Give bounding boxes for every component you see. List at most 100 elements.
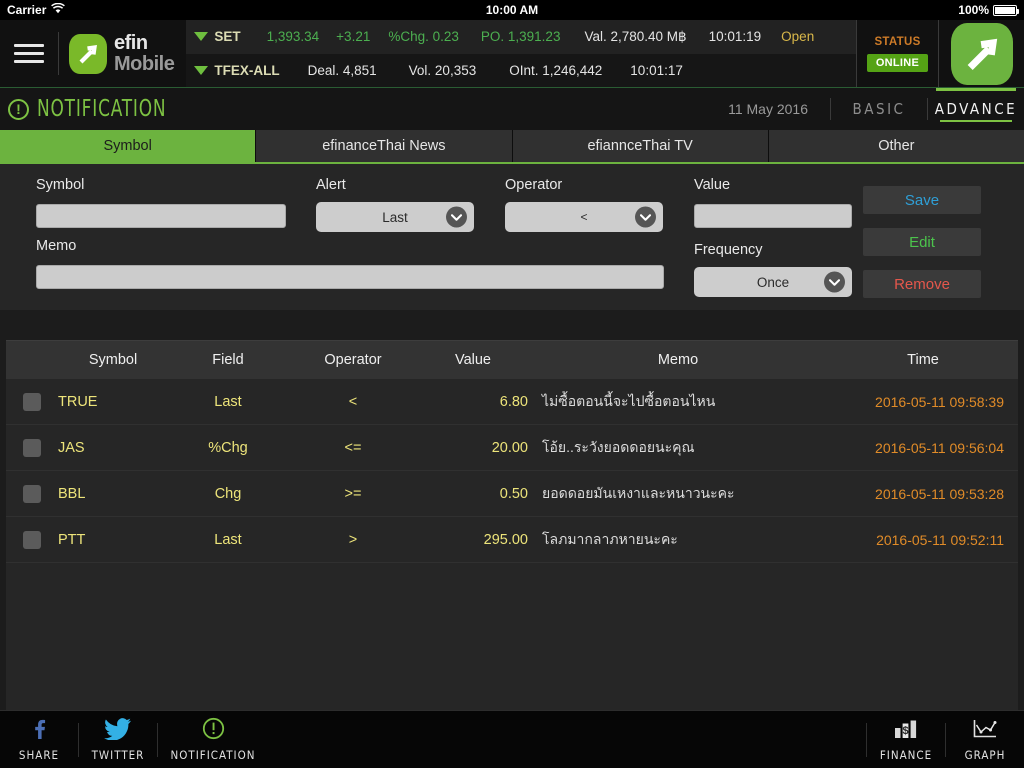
edit-button[interactable]: Edit [863,228,981,256]
brand-line-1: efin [114,32,148,55]
row-checkbox[interactable] [23,484,41,503]
cell-memo: ไม่ซื้อตอนนี้จะไปซื้อตอนไหน [542,392,716,409]
market-ticker: SET 1,393.34 +3.21 %Chg. 0.23 PO. 1,391.… [186,20,856,87]
ios-status-bar: Carrier 10:00 AM 100% [0,0,1024,20]
save-button[interactable]: Save [863,186,981,214]
cell-value: 0.50 [499,485,528,502]
cell-memo: โลภมากลาภหายนะคะ [542,530,678,547]
tab-efinance-thai-news[interactable]: efinanceThai News [256,130,513,162]
page-title: ! NOTIFICATION [8,96,195,122]
cell-operator: > [348,531,358,548]
set-pct-change: %Chg. 0.23 [388,29,459,45]
column-header-value[interactable]: Value [418,352,528,368]
tfex-vol: Vol. 20,353 [408,62,477,78]
cell-value: 6.80 [499,393,528,410]
battery-full-icon [993,4,1019,16]
cell-field: Last [214,531,242,548]
table-row[interactable]: PTT Last > 295.00 โลภมากลาภหายนะคะ 2016-… [6,517,1018,563]
table-row[interactable]: TRUE Last < 6.80 ไม่ซื้อตอนนี้จะไปซื้อตอ… [6,379,1018,425]
cell-operator: >= [344,485,362,502]
tab-other[interactable]: Other [768,130,1024,162]
efin-arrow-logo [950,22,1013,85]
app-root: Carrier 10:00 AM 100% efin Mobile SET 1,… [0,0,1024,768]
bottom-item-share[interactable]: SHARE [0,711,78,768]
symbol-label: Symbol [36,177,85,193]
svg-text:$: $ [902,725,908,737]
cell-time: 2016-05-11 09:52:11 [876,531,1004,548]
cell-symbol: JAS [58,439,85,456]
cell-operator: < [348,393,358,410]
cell-operator: <= [344,439,362,456]
column-header-field[interactable]: Field [168,352,288,368]
exclamation-circle-icon [202,717,225,745]
bottom-item-graph[interactable]: GRAPH [946,711,1024,768]
column-header-time[interactable]: Time [828,352,1018,368]
bottom-item-label: GRAPH [964,747,1006,762]
bottom-item-notification[interactable]: NOTIFICATION [158,711,268,768]
memo-label: Memo [36,238,77,254]
row-checkbox[interactable] [23,530,41,549]
frequency-select-value: Once [756,274,790,290]
title-bar-right: 11 May 2016 BASIC ADVANCE [706,88,1024,130]
page-title-bar: ! NOTIFICATION 11 May 2016 BASIC ADVANCE [0,88,1024,130]
mode-toggle-advance[interactable]: ADVANCE [928,88,1024,130]
brand-line-2: Mobile [114,52,175,75]
efin-arrow-logo [69,33,107,74]
status-label: STATUS [874,35,921,48]
caret-down-icon [194,65,209,75]
hamburger-menu-icon[interactable] [0,20,58,87]
ticker-name-set: SET [214,29,241,45]
alert-label: Alert [316,177,346,193]
ticker-row-tfex[interactable]: TFEX-ALL Deal. 4,851 Vol. 20,353 OInt. 1… [186,53,856,87]
set-prev-open: PO. 1,391.23 [480,29,561,45]
chevron-down-icon [446,206,467,228]
app-header: efin Mobile SET 1,393.34 +3.21 %Chg. 0.2… [0,20,1024,88]
set-market-state: Open [781,29,815,45]
bottom-item-label: SHARE [18,747,60,762]
alert-select[interactable]: Last [316,202,474,232]
column-header-symbol[interactable]: Symbol [58,352,168,368]
operator-label: Operator [505,177,563,193]
bottom-item-finance[interactable]: $ FINANCE [867,711,945,768]
mode-toggle-basic[interactable]: BASIC [831,88,927,130]
bottom-item-label: NOTIFICATION [170,748,256,762]
remove-button[interactable]: Remove [863,270,981,298]
symbol-input[interactable] [36,204,286,228]
memo-input[interactable] [36,265,664,289]
row-checkbox[interactable] [23,438,41,457]
column-header-memo[interactable]: Memo [528,352,828,368]
tfex-deal: Deal. 4,851 [307,62,377,78]
tab-efinance-thai-tv[interactable]: efiannceThai TV [512,130,769,162]
table-row[interactable]: BBL Chg >= 0.50 ยอดดอยมันเหงาและหนาวนะคะ… [6,471,1018,517]
row-checkbox[interactable] [23,392,41,411]
cell-time: 2016-05-11 09:53:28 [875,485,1004,502]
bottom-item-twitter[interactable]: TWITTER [79,711,157,768]
row-checkbox-cell [6,392,58,411]
table-row[interactable]: JAS %Chg <= 20.00 โอ้ย..ระวังยอดดอยนะคุณ… [6,425,1018,471]
notification-tabs: Symbol efinanceThai News efiannceThai TV… [0,130,1024,164]
ticker-name-tfex: TFEX-ALL [214,62,280,78]
cell-time: 2016-05-11 09:58:39 [875,393,1004,410]
frequency-select[interactable]: Once [694,267,852,297]
row-checkbox-cell [6,484,58,503]
alert-form-panel: Symbol Memo Alert Last Operator < Value … [0,164,1024,310]
ticker-row-set[interactable]: SET 1,393.34 +3.21 %Chg. 0.23 PO. 1,391.… [186,20,856,54]
chevron-down-icon [824,271,845,293]
cell-symbol: BBL [58,485,86,502]
cell-value: 295.00 [483,531,528,548]
bottom-item-label: FINANCE [879,747,933,762]
status-bar-right: 100% [958,3,1019,17]
brand-logo[interactable]: efin Mobile [59,20,186,87]
header-right-logo[interactable] [938,20,1024,87]
tab-symbol[interactable]: Symbol [0,130,257,162]
cell-symbol: TRUE [58,393,98,410]
table-header-row: Symbol Field Operator Value Memo Time [6,341,1018,379]
set-change: +3.21 [336,29,371,45]
cell-memo: โอ้ย..ระวังยอดดอยนะคุณ [542,438,695,455]
bottom-toolbar: SHARE TWITTER NOTIFICATION $ FINANCE GRA… [0,710,1024,768]
value-input[interactable] [694,204,852,228]
column-header-operator[interactable]: Operator [288,352,418,368]
operator-select[interactable]: < [505,202,663,232]
tfex-oint: OInt. 1,246,442 [509,62,603,78]
row-checkbox-cell [6,530,58,549]
